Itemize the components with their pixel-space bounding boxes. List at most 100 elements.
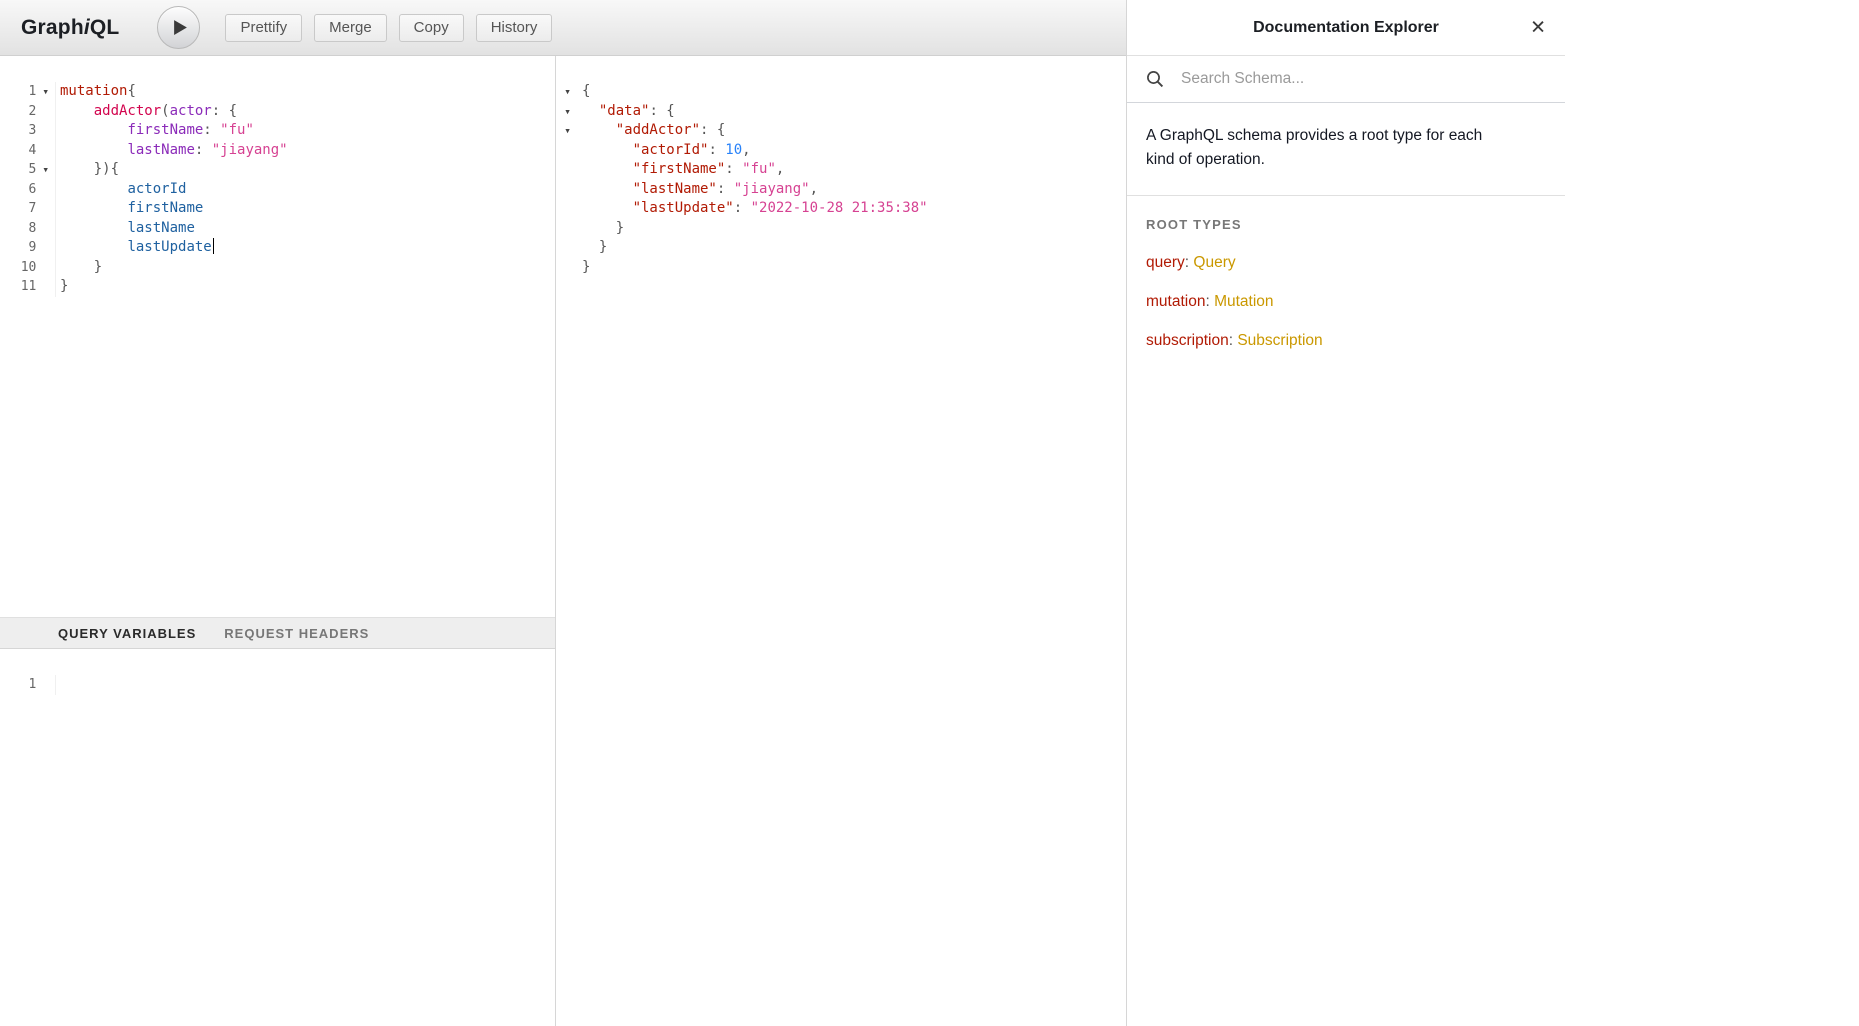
search-schema-input[interactable] xyxy=(1179,69,1559,89)
search-icon xyxy=(1146,70,1164,88)
root-types-heading: ROOT TYPES xyxy=(1146,217,1546,232)
fold-gutter-spacer xyxy=(36,199,55,219)
fold-arrow-icon[interactable]: ▾ xyxy=(36,82,55,102)
code-line: ▾ "data": { xyxy=(557,102,1126,122)
code-line: 7 firstName xyxy=(0,199,555,219)
editor-gutter: 4 xyxy=(0,141,56,161)
code-line: "firstName": "fu", xyxy=(557,160,1126,180)
code-text xyxy=(56,675,60,695)
code-line: 6 actorId xyxy=(0,180,555,200)
editor-gutter: 6 xyxy=(0,180,56,200)
editor-gutter: 9 xyxy=(0,238,56,258)
doc-explorer-title: Documentation Explorer xyxy=(1253,19,1439,37)
fold-gutter-spacer xyxy=(36,277,55,297)
code-line: } xyxy=(557,219,1126,239)
merge-button[interactable]: Merge xyxy=(314,14,387,42)
fold-arrow-icon[interactable]: ▾ xyxy=(36,160,55,180)
line-number: 3 xyxy=(0,121,36,141)
code-line: 1 xyxy=(0,675,555,695)
doc-explorer: Documentation Explorer ✕ A GraphQL schem… xyxy=(1126,0,1565,1026)
topbar: GraphiQL Prettify Merge Copy History xyxy=(0,0,1126,56)
editor-gutter xyxy=(557,258,578,278)
divider xyxy=(1127,195,1565,196)
code-text: lastName: "jiayang" xyxy=(56,141,288,161)
fold-gutter-spacer xyxy=(557,160,578,180)
type-link-query[interactable]: Query xyxy=(1193,254,1235,271)
fold-gutter-spacer xyxy=(36,238,55,258)
code-text: } xyxy=(56,258,102,278)
tab-query-variables[interactable]: QUERY VARIABLES xyxy=(58,626,196,641)
query-pane: 1▾mutation{2 addActor(actor: {3 firstNam… xyxy=(0,56,556,1026)
fold-gutter-spacer xyxy=(36,219,55,239)
history-button[interactable]: History xyxy=(476,14,553,42)
root-type-keyword: mutation xyxy=(1146,293,1205,310)
code-text: "lastUpdate": "2022-10-28 21:35:38" xyxy=(578,199,928,219)
code-line: 2 addActor(actor: { xyxy=(0,102,555,122)
fold-gutter-spacer xyxy=(36,258,55,278)
fold-gutter-spacer xyxy=(36,141,55,161)
code-text: firstName: "fu" xyxy=(56,121,254,141)
fold-arrow-icon[interactable]: ▾ xyxy=(557,82,578,102)
query-editor[interactable]: 1▾mutation{2 addActor(actor: {3 firstNam… xyxy=(0,56,555,617)
code-text: }){ xyxy=(56,160,119,180)
code-line: "lastUpdate": "2022-10-28 21:35:38" xyxy=(557,199,1126,219)
fold-gutter-spacer xyxy=(36,121,55,141)
fold-gutter-spacer xyxy=(36,675,55,695)
code-text: "actorId": 10, xyxy=(578,141,751,161)
root-type-keyword: subscription xyxy=(1146,332,1229,349)
tab-request-headers[interactable]: REQUEST HEADERS xyxy=(224,626,369,641)
editor-gutter xyxy=(557,141,578,161)
editor-gutter: 1 xyxy=(0,675,56,695)
code-text: "data": { xyxy=(578,102,675,122)
fold-gutter-spacer xyxy=(557,141,578,161)
code-line: 1▾mutation{ xyxy=(0,82,555,102)
code-line: "actorId": 10, xyxy=(557,141,1126,161)
doc-explorer-header: Documentation Explorer ✕ xyxy=(1127,0,1565,56)
code-text: addActor(actor: { xyxy=(56,102,237,122)
code-text: } xyxy=(578,238,607,258)
editor-gutter xyxy=(557,238,578,258)
editor-gutter: ▾ xyxy=(557,82,578,102)
line-number: 2 xyxy=(0,102,36,122)
editor-gutter: 11 xyxy=(0,277,56,297)
schema-search xyxy=(1127,56,1565,103)
code-line: ▾ "addActor": { xyxy=(557,121,1126,141)
graphiql-app: GraphiQL PrettifyMergeCopyHistory 1▾muta… xyxy=(0,0,1859,1026)
type-link-subscription[interactable]: Subscription xyxy=(1237,332,1322,349)
line-number: 1 xyxy=(0,675,36,695)
code-line: 11} xyxy=(0,277,555,297)
editor-gutter xyxy=(557,160,578,180)
code-text: lastUpdate xyxy=(56,238,214,258)
editor-gutter: 3 xyxy=(0,121,56,141)
fold-arrow-icon[interactable]: ▾ xyxy=(557,102,578,122)
execute-button[interactable] xyxy=(157,6,200,49)
code-text: mutation{ xyxy=(56,82,136,102)
code-text: firstName xyxy=(56,199,203,219)
editor-gutter: 7 xyxy=(0,199,56,219)
schema-description: A GraphQL schema provides a root type fo… xyxy=(1146,124,1506,172)
code-text: } xyxy=(578,258,590,278)
code-line: 10 } xyxy=(0,258,555,278)
logo-text: QL xyxy=(90,16,120,39)
prettify-button[interactable]: Prettify xyxy=(225,14,302,42)
fold-arrow-icon[interactable]: ▾ xyxy=(557,121,578,141)
root-type-mutation: mutation: Mutation xyxy=(1146,292,1546,312)
type-link-mutation[interactable]: Mutation xyxy=(1214,293,1273,310)
editor-gutter: ▾ xyxy=(557,121,578,141)
logo-text: Graph xyxy=(21,16,84,39)
code-line: } xyxy=(557,238,1126,258)
app-logo: GraphiQL xyxy=(21,16,119,40)
line-number: 10 xyxy=(0,258,36,278)
root-type-query: query: Query xyxy=(1146,253,1546,273)
code-text: lastName xyxy=(56,219,195,239)
code-text: { xyxy=(578,82,590,102)
fold-gutter-spacer xyxy=(557,219,578,239)
query-variables-editor[interactable]: 1 xyxy=(0,649,555,1026)
editor-gutter: 5▾ xyxy=(0,160,56,180)
line-number: 11 xyxy=(0,277,36,297)
copy-button[interactable]: Copy xyxy=(399,14,464,42)
close-icon[interactable]: ✕ xyxy=(1528,16,1548,39)
play-icon xyxy=(173,19,188,36)
code-line: ▾{ xyxy=(557,82,1126,102)
line-number: 4 xyxy=(0,141,36,161)
